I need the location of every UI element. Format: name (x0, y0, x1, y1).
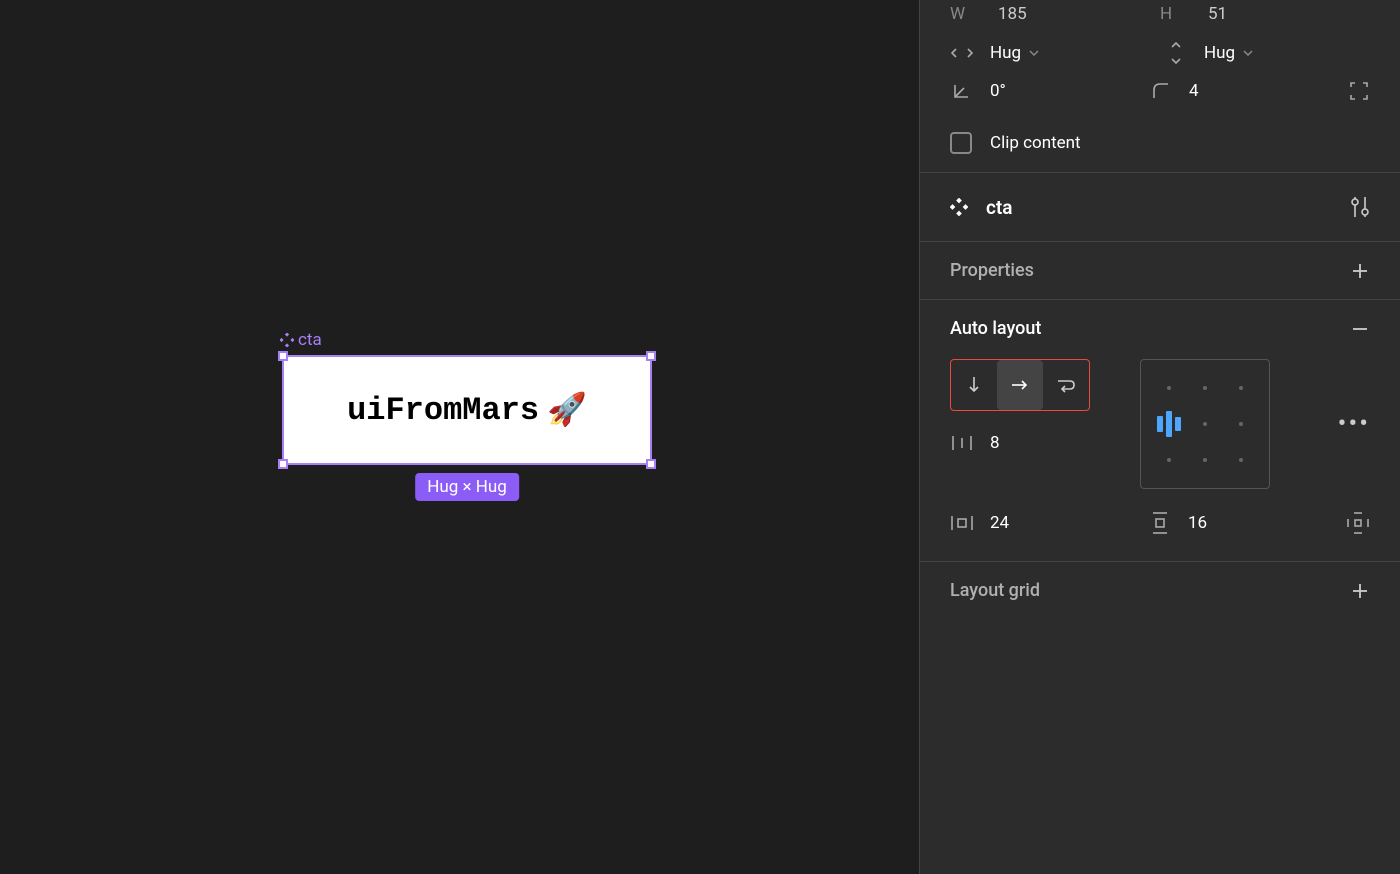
cta-frame[interactable]: uiFromMars 🚀 Hug × Hug (282, 355, 652, 465)
corner-radius-icon (1149, 82, 1173, 100)
clip-content-checkbox[interactable] (950, 132, 972, 154)
add-layout-grid-button[interactable] (1350, 581, 1370, 601)
rocket-emoji: 🚀 (547, 390, 587, 430)
direction-horizontal-button[interactable] (997, 360, 1043, 410)
direction-vertical-button[interactable] (951, 360, 997, 410)
vertical-resize-icon (1164, 42, 1188, 64)
resize-handle-top-right[interactable] (646, 351, 656, 361)
component-set-icon (950, 198, 968, 216)
add-property-button[interactable] (1350, 261, 1370, 281)
properties-section: Properties (920, 242, 1400, 300)
properties-panel: W 185 H 51 Hug (919, 0, 1400, 874)
width-field[interactable]: W 185 (950, 4, 1160, 24)
autolayout-more-button[interactable]: ••• (1338, 409, 1370, 439)
item-spacing-icon (950, 434, 974, 452)
alignment-grid[interactable] (1140, 359, 1270, 489)
remove-autolayout-button[interactable] (1350, 319, 1370, 339)
height-label: H (1160, 4, 1190, 24)
component-frame-name: cta (298, 330, 322, 350)
independent-padding-icon[interactable] (1346, 511, 1370, 535)
chevron-down-icon (1243, 50, 1253, 56)
rotation-icon (950, 82, 974, 100)
autolayout-section: Auto layout (920, 300, 1400, 562)
direction-wrap-button[interactable] (1043, 360, 1089, 410)
horizontal-padding-field[interactable]: 24 (950, 513, 1132, 533)
width-value: 185 (998, 4, 1058, 24)
independent-corners-icon[interactable] (1348, 80, 1370, 102)
vertical-padding-icon (1148, 511, 1172, 535)
canvas-area[interactable]: cta uiFromMars 🚀 Hug × Hug (0, 0, 919, 874)
chevron-down-icon (1029, 50, 1039, 56)
component-name-text: cta (986, 196, 1013, 219)
component-frame-label[interactable]: cta (280, 330, 322, 350)
layout-grid-section: Layout grid (920, 562, 1400, 619)
frame-dimensions-section: W 185 H 51 Hug (920, 0, 1400, 173)
resize-handle-top-left[interactable] (278, 351, 288, 361)
component-section: cta (920, 173, 1400, 242)
cta-text: uiFromMars 🚀 (347, 390, 587, 430)
height-value: 51 (1208, 4, 1268, 24)
autolayout-title: Auto layout (950, 318, 1041, 339)
width-label: W (950, 4, 980, 24)
component-icon (280, 333, 294, 347)
adjust-icon[interactable] (1350, 195, 1370, 219)
size-badge: Hug × Hug (415, 473, 519, 501)
resize-handle-bottom-left[interactable] (278, 459, 288, 469)
corner-radius-field[interactable]: 4 (1149, 81, 1348, 101)
horizontal-resize-icon (950, 46, 974, 60)
horizontal-padding-icon (950, 514, 974, 532)
vertical-padding-field[interactable]: 16 (1148, 511, 1330, 535)
item-spacing-field[interactable]: 8 (950, 433, 1090, 453)
rotation-field[interactable]: 0° (950, 81, 1149, 101)
vertical-sizing-dropdown[interactable]: Hug (1164, 42, 1370, 64)
selected-component: cta uiFromMars 🚀 Hug × Hug (282, 355, 652, 465)
clip-content-label: Clip content (990, 133, 1081, 153)
resize-handle-bottom-right[interactable] (646, 459, 656, 469)
layout-grid-title: Layout grid (950, 580, 1040, 601)
horizontal-sizing-dropdown[interactable]: Hug (950, 42, 1156, 64)
direction-toggle-group (950, 359, 1090, 411)
properties-title: Properties (950, 260, 1034, 281)
height-field[interactable]: H 51 (1160, 4, 1370, 24)
alignment-left-center (1157, 411, 1181, 437)
